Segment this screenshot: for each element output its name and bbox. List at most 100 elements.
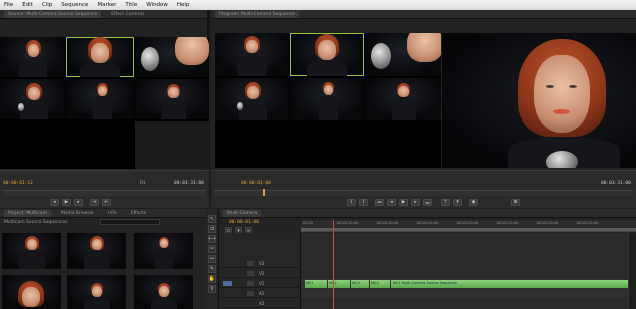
eye-icon[interactable]: [247, 271, 254, 276]
razor-tool-icon[interactable]: ✂: [208, 245, 216, 253]
work-area-bar[interactable]: [301, 228, 636, 231]
ripple-edit-tool-icon[interactable]: ⟷: [208, 235, 216, 243]
play-button[interactable]: ▶: [62, 199, 71, 206]
project-search-input[interactable]: [100, 219, 160, 225]
step-forward-button[interactable]: ▸: [411, 199, 420, 206]
tab-sequence[interactable]: Multi-Camera: [223, 209, 262, 217]
track-area[interactable]: MC1 MC2 MC3 MC4 MC1 Multi-Camera Source …: [301, 220, 636, 309]
step-back-button[interactable]: ◂: [50, 199, 59, 206]
camera-angle-5[interactable]: [66, 79, 134, 119]
fit-dropdown[interactable]: Fit: [140, 181, 145, 186]
hand-tool-icon[interactable]: ✋: [208, 275, 216, 283]
camera-angle-1[interactable]: [0, 37, 65, 77]
clip-multicam-source[interactable]: MC1 Multi-Camera Source Sequence: [391, 280, 636, 288]
eye-icon[interactable]: [247, 281, 254, 286]
source-timecode-duration: 00:03:31:00: [174, 181, 204, 186]
track-header-v3[interactable]: V3: [219, 259, 301, 268]
ruler-label: 00:01:45:00: [577, 221, 599, 225]
camera-angle-2[interactable]: [66, 37, 134, 77]
tab-media-browser[interactable]: Media Browser: [57, 210, 98, 217]
camera-angle-3[interactable]: [135, 37, 209, 77]
subject-face: [159, 286, 169, 297]
tab-source[interactable]: Source: Multi-Camera Source Sequence: [4, 10, 102, 18]
track-header-a1[interactable]: A1: [219, 289, 301, 298]
menu-marker[interactable]: Marker: [97, 2, 116, 8]
menu-window[interactable]: Window: [146, 2, 168, 8]
subject-face: [246, 40, 258, 53]
source-monitor-panel: Source: Multi-Camera Source Sequence Eff…: [0, 10, 209, 208]
step-back-button[interactable]: ◂: [387, 199, 396, 206]
source-multicam-grid[interactable]: [0, 37, 209, 169]
extract-button[interactable]: ⇞: [453, 199, 462, 206]
menu-file[interactable]: File: [4, 2, 13, 8]
timeline-playhead[interactable]: [333, 220, 334, 309]
project-clip-thumb[interactable]: [2, 233, 61, 269]
source-timecode-current[interactable]: 00:00:01:12: [3, 181, 33, 186]
menu-title[interactable]: Title: [125, 2, 137, 8]
tab-effect-controls[interactable]: Effect Controls: [107, 11, 148, 18]
menu-clip[interactable]: Clip: [42, 2, 52, 8]
menu-edit[interactable]: Edit: [22, 2, 33, 8]
tab-project[interactable]: Project: Multicam: [4, 209, 51, 217]
track-label: A1: [259, 291, 265, 296]
program-timecode-current[interactable]: 00:00:01:00: [241, 181, 271, 186]
export-frame-button[interactable]: ◉: [469, 199, 478, 206]
project-clip-thumb[interactable]: [67, 233, 126, 269]
slip-tool-icon[interactable]: ↔: [208, 255, 216, 263]
track-header-a2[interactable]: A2: [219, 299, 301, 308]
microphone-large: [546, 151, 578, 168]
multicam-toggle-button[interactable]: ⊞: [511, 199, 520, 206]
track-header-v2[interactable]: V2: [219, 269, 301, 278]
step-forward-button[interactable]: ▸: [74, 199, 83, 206]
subject-face: [324, 85, 333, 95]
speaker-icon[interactable]: [247, 291, 254, 296]
clip-mc2[interactable]: MC2: [328, 280, 350, 288]
program-playhead-marker[interactable]: [263, 189, 265, 196]
program-angle-1[interactable]: [215, 33, 289, 76]
selection-tool-icon[interactable]: ↖: [208, 215, 216, 223]
project-clip-thumb[interactable]: [134, 233, 193, 269]
go-to-out-button[interactable]: ⏭: [423, 199, 432, 206]
program-time-ruler[interactable]: [214, 190, 633, 196]
source-time-ruler[interactable]: [3, 190, 206, 196]
program-angle-3[interactable]: [365, 33, 441, 76]
camera-angle-6[interactable]: [135, 79, 209, 119]
insert-button[interactable]: ⇥: [90, 199, 99, 206]
program-angle-2[interactable]: [290, 33, 364, 76]
clip-mc1[interactable]: MC1: [305, 280, 327, 288]
go-to-in-button[interactable]: ⏮: [375, 199, 384, 206]
ruler-label: 00:00:15:00: [337, 221, 359, 225]
program-angle-6[interactable]: [365, 78, 441, 120]
program-angle-5[interactable]: [290, 78, 364, 120]
timeline-scrollbar[interactable]: [628, 233, 636, 309]
subject-body: [151, 298, 177, 309]
timeline-timecode[interactable]: 00:00:01:00: [229, 220, 259, 225]
clip-mc3[interactable]: MC3: [351, 280, 369, 288]
lift-button[interactable]: ⇡: [441, 199, 450, 206]
mark-out-button[interactable]: }: [359, 199, 368, 206]
mark-in-button[interactable]: {: [347, 199, 356, 206]
program-preview[interactable]: [442, 33, 636, 168]
menu-sequence[interactable]: Sequence: [61, 2, 88, 8]
tab-effects[interactable]: Effects: [127, 210, 150, 217]
timeline-ruler[interactable]: 00:00 00:00:15:00 00:00:30:00 00:00:45:0…: [301, 220, 636, 232]
eye-icon[interactable]: [247, 261, 254, 266]
camera-angle-4[interactable]: [0, 79, 65, 119]
pen-tool-icon[interactable]: ✎: [208, 265, 216, 273]
tab-info[interactable]: Info: [104, 210, 121, 217]
overwrite-button[interactable]: ⇤: [102, 199, 111, 206]
track-header-v1[interactable]: V1: [219, 279, 301, 288]
program-angle-4[interactable]: [215, 78, 289, 120]
source-patch-v1[interactable]: [223, 281, 232, 286]
track-select-tool-icon[interactable]: ⇉: [208, 225, 216, 233]
subject-body: [307, 61, 347, 76]
menu-help[interactable]: Help: [177, 2, 190, 8]
tab-program[interactable]: Program: Multi-Camera Sequence: [215, 10, 299, 18]
zoom-tool-icon[interactable]: ⚲: [208, 285, 216, 293]
project-clip-thumb[interactable]: [2, 275, 61, 309]
program-multicam-grid[interactable]: [215, 33, 441, 168]
project-clip-thumb[interactable]: [67, 275, 126, 309]
play-button[interactable]: ▶: [399, 199, 408, 206]
project-clip-thumb[interactable]: [134, 275, 193, 309]
clip-mc4[interactable]: MC4: [370, 280, 390, 288]
